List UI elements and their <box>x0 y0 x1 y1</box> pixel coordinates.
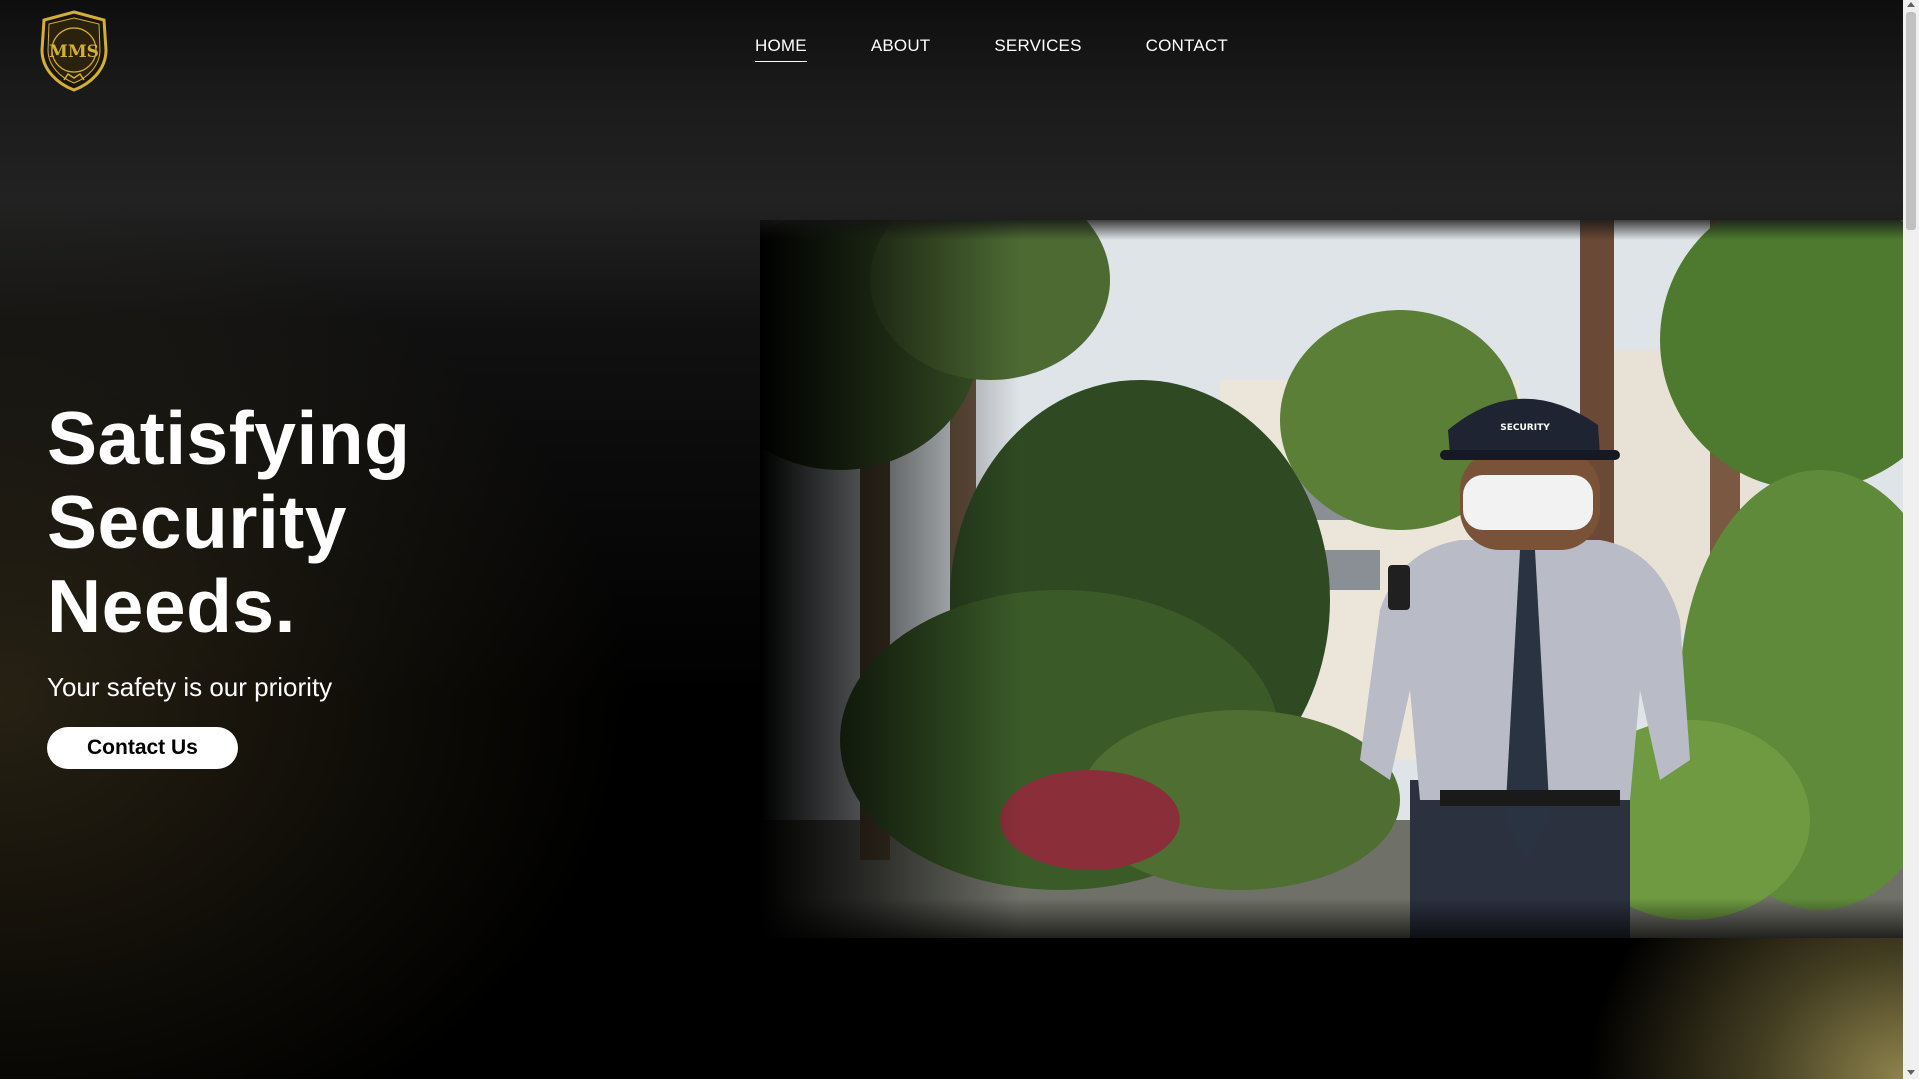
contact-us-button[interactable]: Contact Us <box>47 727 238 769</box>
nav-services[interactable]: SERVICES <box>994 36 1081 62</box>
scroll-thumb[interactable] <box>1906 12 1916 230</box>
site-header: MMS HOME ABOUT SERVICES CONTACT <box>0 0 1903 110</box>
brand-logo[interactable]: MMS <box>38 10 110 92</box>
logo-monogram: MMS <box>49 42 99 62</box>
hero-subtitle: Your safety is our priority <box>47 672 333 702</box>
scroll-down-arrow-icon[interactable] <box>1907 1070 1915 1075</box>
scroll-up-arrow-icon[interactable] <box>1907 2 1915 7</box>
hero-title-line1: Satisfying <box>47 396 411 480</box>
hero-title-line3: Needs. <box>47 564 296 648</box>
cap-badge-text: SECURITY <box>1500 423 1550 433</box>
nav-about[interactable]: ABOUT <box>871 36 931 62</box>
image-fade-bottom <box>760 898 1903 938</box>
hero-content: Satisfying Security Needs. Your safety i… <box>47 396 667 769</box>
hero-title: Satisfying Security Needs. <box>47 396 667 648</box>
nav-home[interactable]: HOME <box>755 36 807 62</box>
nav-contact[interactable]: CONTACT <box>1146 36 1228 62</box>
page-scrollbar[interactable] <box>1903 0 1919 1079</box>
hero-photo-security-guard: SECURITY <box>760 220 1903 938</box>
shield-logo-icon: MMS <box>40 10 108 92</box>
main-nav: HOME ABOUT SERVICES CONTACT <box>755 36 1292 62</box>
image-fade-left <box>760 220 1020 938</box>
page: MMS HOME ABOUT SERVICES CONTACT SECURITY… <box>0 0 1903 1079</box>
image-fade-top <box>760 220 1903 240</box>
hero-title-line2: Security <box>47 480 347 564</box>
